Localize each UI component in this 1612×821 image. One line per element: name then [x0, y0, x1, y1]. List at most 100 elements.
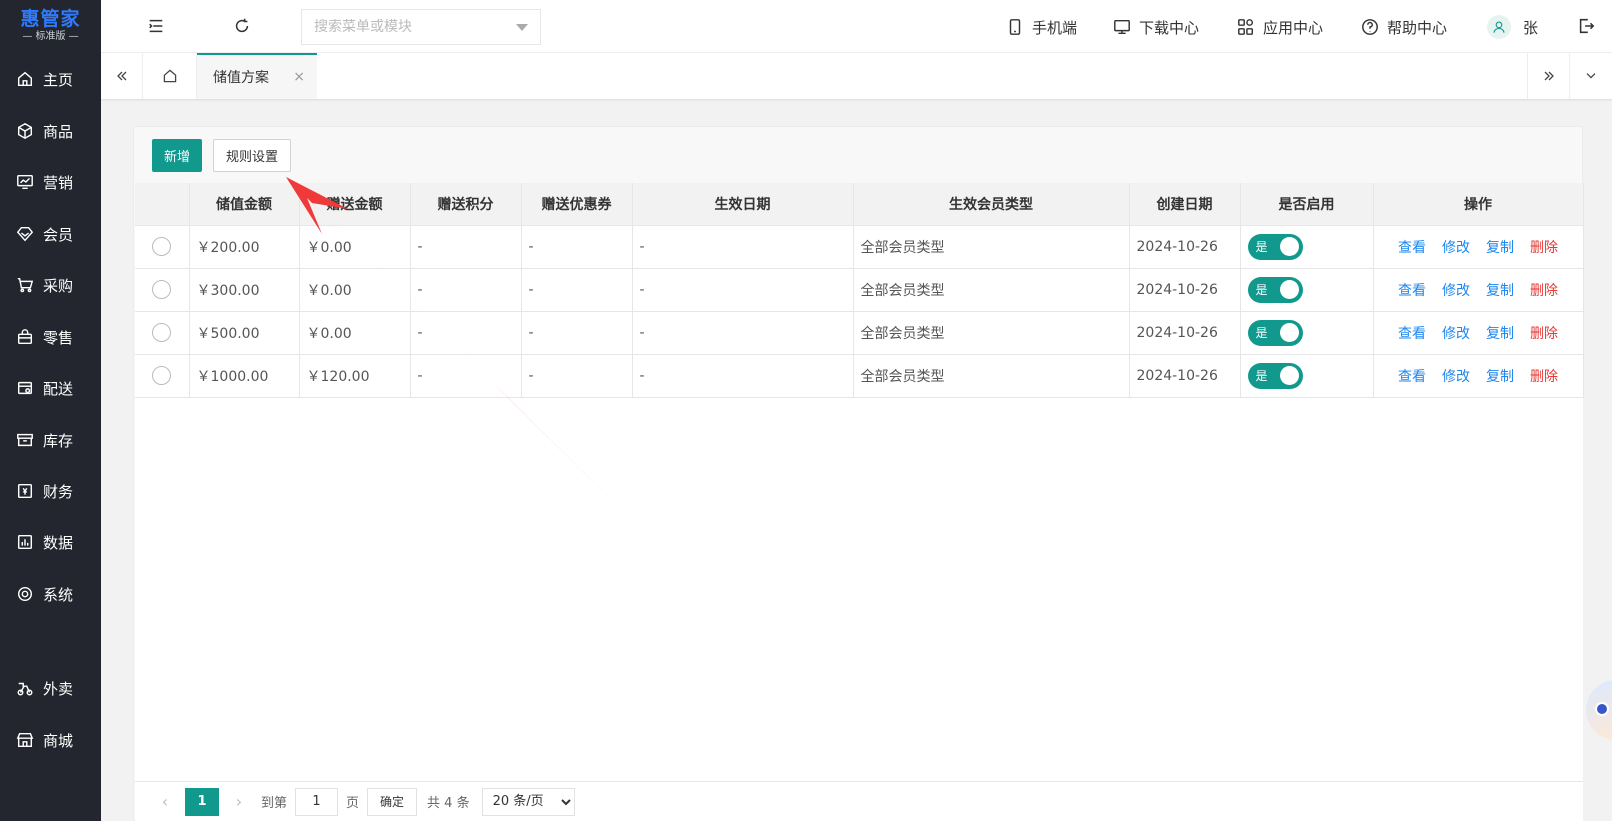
add-button[interactable]: 新增	[152, 139, 202, 172]
column-header[interactable]: 赠送积分	[410, 183, 522, 226]
enabled-toggle[interactable]: 是	[1247, 362, 1303, 389]
assistant-icon	[1595, 702, 1609, 716]
copy-link[interactable]: 复制	[1486, 240, 1514, 256]
finance-icon	[17, 483, 33, 499]
tab-home-icon[interactable]	[143, 53, 197, 99]
delete-link[interactable]: 删除	[1530, 240, 1558, 256]
column-header[interactable]: 生效会员类型	[853, 183, 1130, 226]
mobile-link[interactable]: 手机端	[1006, 14, 1077, 40]
cell-created-date: 2024-10-26	[1129, 268, 1241, 312]
sidebar-item-purchase[interactable]: 采购	[0, 265, 101, 305]
sidebar-item-label: 商城	[43, 731, 74, 750]
download-center-link[interactable]: 下载中心	[1113, 14, 1199, 40]
next-page-icon[interactable]: ›	[225, 792, 253, 811]
view-link[interactable]: 查看	[1398, 283, 1426, 299]
menu-search-select[interactable]	[301, 9, 541, 45]
enabled-toggle[interactable]: 是	[1247, 233, 1303, 260]
edit-link[interactable]: 修改	[1442, 369, 1470, 385]
copy-link[interactable]: 复制	[1486, 369, 1514, 385]
tabs-scroll-right-icon[interactable]	[1527, 53, 1569, 99]
sidebar-item-delivery[interactable]: 配送	[0, 368, 101, 408]
app-center-link[interactable]: 应用中心	[1237, 14, 1323, 40]
toggle-label: 是	[1255, 326, 1268, 340]
app-logo[interactable]: 惠管家 — 标准版 —	[0, 0, 101, 51]
view-link[interactable]: 查看	[1398, 240, 1426, 256]
search-input[interactable]	[314, 19, 504, 35]
copy-link[interactable]: 复制	[1486, 283, 1514, 299]
row-radio[interactable]	[152, 323, 172, 342]
goto-page-input[interactable]	[295, 787, 339, 816]
column-header[interactable]: 是否启用	[1240, 183, 1374, 226]
cell-member-type: 全部会员类型	[853, 354, 1130, 398]
copy-link[interactable]: 复制	[1486, 326, 1514, 342]
table-row[interactable]: ￥200.00 ￥0.00 - - - 全部会员类型 2024-10-26 是 …	[135, 225, 1584, 269]
user-name: 张	[1523, 18, 1539, 37]
sidebar-item-label: 采购	[43, 276, 74, 295]
sidebar-item-marketing[interactable]: 营销	[0, 162, 101, 202]
apps-icon	[1238, 19, 1254, 35]
toggle-knob	[1279, 280, 1299, 299]
cell-gift-coupon: -	[521, 268, 633, 312]
sidebar-item-retail[interactable]: 零售	[0, 317, 101, 357]
sidebar-item-finance[interactable]: 财务	[0, 471, 101, 511]
menu-collapse-icon[interactable]	[145, 15, 167, 37]
cell-effective-date: -	[632, 354, 854, 398]
row-radio[interactable]	[152, 237, 172, 256]
tabs-scroll-left-icon[interactable]	[101, 53, 143, 99]
marketing-icon	[17, 174, 33, 190]
rule-settings-button[interactable]: 规则设置	[213, 139, 291, 172]
sidebar-item-products[interactable]: 商品	[0, 111, 101, 151]
goto-confirm-button[interactable]: 确定	[367, 787, 418, 816]
cell-member-type: 全部会员类型	[853, 311, 1130, 355]
prev-page-icon[interactable]: ‹	[151, 792, 179, 811]
cell-created-date: 2024-10-26	[1129, 354, 1241, 398]
app-center-label: 应用中心	[1263, 18, 1324, 37]
table-row[interactable]: ￥500.00 ￥0.00 - - - 全部会员类型 2024-10-26 是 …	[135, 311, 1584, 355]
view-link[interactable]: 查看	[1398, 326, 1426, 342]
logout-icon[interactable]	[1575, 15, 1597, 37]
current-page-button[interactable]: 1	[185, 787, 219, 816]
column-header[interactable]: 操作	[1373, 183, 1584, 226]
page-size-select[interactable]: 20 条/页	[481, 787, 575, 816]
sidebar-item-takeout[interactable]: 外卖	[0, 668, 101, 708]
row-radio[interactable]	[152, 280, 172, 299]
sidebar-item-label: 主页	[43, 70, 74, 89]
column-header[interactable]: 创建日期	[1129, 183, 1241, 226]
sidebar-item-system[interactable]: 系统	[0, 574, 101, 614]
edit-link[interactable]: 修改	[1442, 240, 1470, 256]
table-row[interactable]: ￥300.00 ￥0.00 - - - 全部会员类型 2024-10-26 是 …	[135, 268, 1584, 312]
floating-assistant-button[interactable]	[1586, 680, 1612, 740]
enabled-toggle[interactable]: 是	[1247, 319, 1303, 346]
refresh-icon[interactable]	[231, 15, 253, 37]
enabled-toggle[interactable]: 是	[1247, 276, 1303, 303]
column-header[interactable]: 储值金额	[189, 183, 300, 226]
tabs-menu-chevron-down-icon[interactable]	[1569, 53, 1611, 99]
sidebar-item-home[interactable]: 主页	[0, 59, 101, 99]
cell-amount: ￥300.00	[189, 268, 300, 312]
sidebar-item-label: 库存	[43, 431, 74, 450]
close-icon[interactable]: ×	[293, 69, 305, 85]
sidebar-item-data[interactable]: 数据	[0, 522, 101, 562]
stored-value-plan-panel: 新增 规则设置 储值金额 赠送金额 赠送积分 赠送优惠券 生效日期 生效会员类型…	[133, 126, 1584, 821]
delete-link[interactable]: 删除	[1530, 326, 1558, 342]
column-header[interactable]: 生效日期	[632, 183, 854, 226]
row-radio[interactable]	[152, 366, 172, 385]
user-menu[interactable]: 张	[1487, 14, 1538, 40]
column-header[interactable]: 赠送优惠券	[521, 183, 633, 226]
cell-effective-date: -	[632, 268, 854, 312]
sidebar-item-inventory[interactable]: 库存	[0, 420, 101, 460]
cell-member-type: 全部会员类型	[853, 225, 1130, 269]
tab-stored-value-plan[interactable]: 储值方案 ×	[197, 53, 317, 99]
column-header[interactable]: 赠送金额	[299, 183, 411, 226]
help-center-link[interactable]: 帮助中心	[1361, 14, 1447, 40]
toggle-label: 是	[1255, 240, 1268, 254]
view-link[interactable]: 查看	[1398, 369, 1426, 385]
sidebar-item-members[interactable]: 会员	[0, 214, 101, 254]
edit-link[interactable]: 修改	[1442, 283, 1470, 299]
sidebar-item-mall[interactable]: 商城	[0, 720, 101, 760]
table-row[interactable]: ￥1000.00 ￥120.00 - - - 全部会员类型 2024-10-26…	[135, 354, 1584, 398]
edit-link[interactable]: 修改	[1442, 326, 1470, 342]
delete-link[interactable]: 删除	[1530, 369, 1558, 385]
delete-link[interactable]: 删除	[1530, 283, 1558, 299]
chevron-down-icon[interactable]	[516, 23, 528, 31]
